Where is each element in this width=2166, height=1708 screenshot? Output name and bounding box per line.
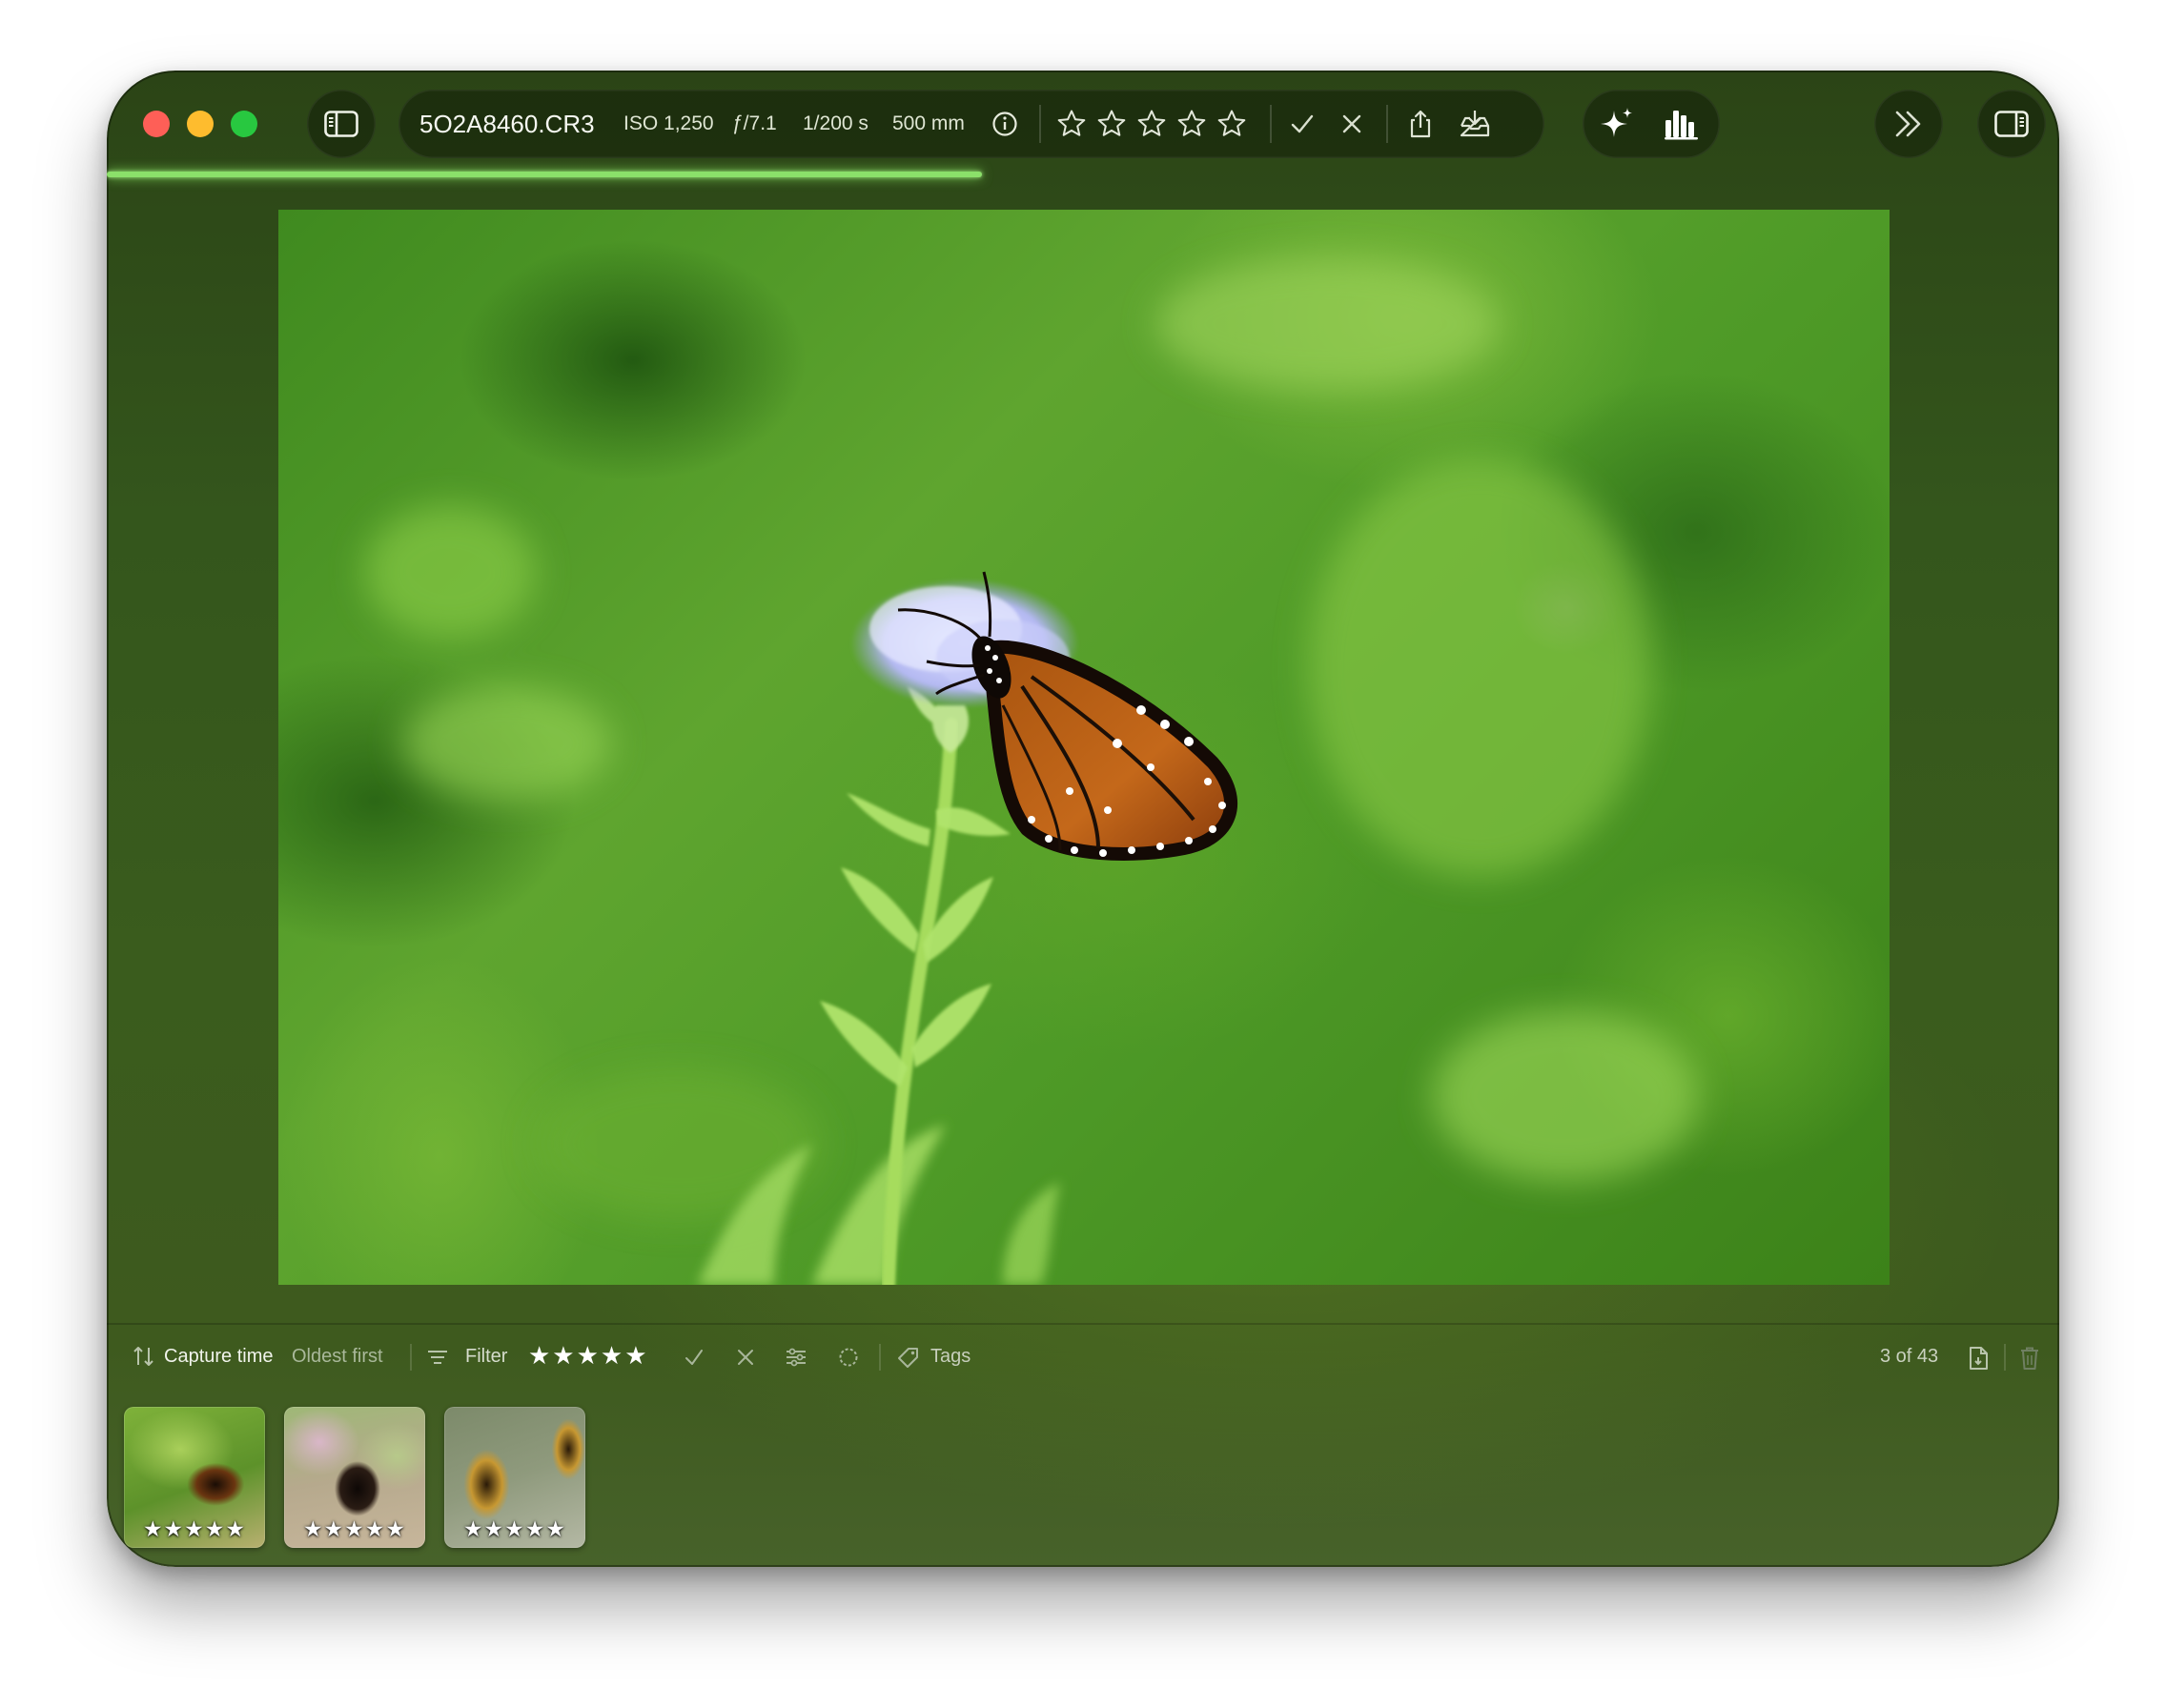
- rating-star-1[interactable]: [1056, 109, 1087, 139]
- sidebar-toggle-button[interactable]: [307, 90, 376, 158]
- tag-icon[interactable]: [896, 1346, 921, 1371]
- photo-info-bar: 5O2A8460.CR3 ISO 1,250 ƒ/7.1 1/200 s 500…: [398, 90, 1544, 158]
- toolbar-divider: [879, 1344, 881, 1371]
- toolbar-divider: [410, 1344, 412, 1371]
- photo-position-counter: 3 of 43: [1880, 1346, 1939, 1367]
- loading-progress-bar: [107, 172, 1413, 177]
- filter-rejected-icon[interactable]: [734, 1346, 757, 1369]
- sidebar-toggle-icon: [324, 111, 358, 137]
- sort-field-label[interactable]: Capture time: [164, 1336, 274, 1376]
- toolbar-divider: [2004, 1344, 2006, 1371]
- file-info-icon[interactable]: [1968, 1346, 1989, 1371]
- thumbnail-rating: ★★★★★: [142, 1517, 247, 1542]
- rating-star-4[interactable]: [1176, 109, 1207, 139]
- aperture-value: ƒ/7.1: [732, 112, 777, 134]
- loading-progress-fill: [107, 172, 982, 177]
- filename: 5O2A8460.CR3: [419, 110, 595, 138]
- filmstrip-thumbnail[interactable]: ★★★★★: [444, 1407, 585, 1548]
- histogram-icon[interactable]: [1663, 107, 1701, 141]
- tags-label[interactable]: Tags: [930, 1336, 971, 1376]
- rating-star-2[interactable]: [1096, 109, 1127, 139]
- app-window: 5O2A8460.CR3 ISO 1,250 ƒ/7.1 1/200 s 500…: [107, 71, 2059, 1567]
- shutter-value: 1/200 s: [803, 112, 868, 134]
- thumbnail-rating: ★★★★★: [462, 1517, 567, 1542]
- focal-length-value: 500 mm: [892, 112, 965, 134]
- close-icon[interactable]: [1338, 111, 1365, 137]
- thumbnail-rating: ★★★★★: [302, 1517, 407, 1542]
- rating-star-3[interactable]: [1136, 109, 1167, 139]
- rating-star-5[interactable]: [1216, 109, 1247, 139]
- filter-label[interactable]: Filter: [465, 1336, 507, 1376]
- inspector-toggle-icon: [1994, 111, 2029, 137]
- inspector-toggle-button[interactable]: [1977, 90, 2046, 158]
- color-label-icon[interactable]: [837, 1346, 860, 1369]
- rating-stars[interactable]: [1056, 109, 1255, 139]
- window-zoom-button[interactable]: [231, 111, 257, 137]
- info-icon[interactable]: [991, 111, 1018, 137]
- expand-panels-button[interactable]: [1874, 90, 1943, 158]
- sparkle-icon[interactable]: [1598, 105, 1636, 143]
- sort-icon[interactable]: [132, 1344, 156, 1369]
- share-icon[interactable]: [1407, 109, 1434, 139]
- check-icon[interactable]: [1289, 111, 1316, 137]
- filmstrip-thumbnail[interactable]: ★★★★★: [124, 1407, 265, 1548]
- filter-picked-icon[interactable]: [683, 1346, 705, 1369]
- filter-rating-stars[interactable]: ★★★★★: [528, 1336, 649, 1376]
- iso-value: ISO 1,250: [623, 112, 714, 134]
- import-icon[interactable]: [1459, 109, 1491, 139]
- chevrons-right-icon: [1891, 109, 1926, 139]
- tools-pill: [1583, 90, 1720, 158]
- window-close-button[interactable]: [143, 111, 170, 137]
- trash-icon[interactable]: [2019, 1346, 2040, 1371]
- adjustments-icon[interactable]: [784, 1346, 808, 1369]
- sort-order-label[interactable]: Oldest first: [292, 1336, 383, 1376]
- main-photo[interactable]: [278, 210, 1890, 1285]
- bottom-bar-separator: [107, 1323, 2059, 1325]
- filter-icon[interactable]: [425, 1346, 450, 1369]
- window-minimize-button[interactable]: [187, 111, 214, 137]
- filmstrip-thumbnail[interactable]: ★★★★★: [284, 1407, 425, 1548]
